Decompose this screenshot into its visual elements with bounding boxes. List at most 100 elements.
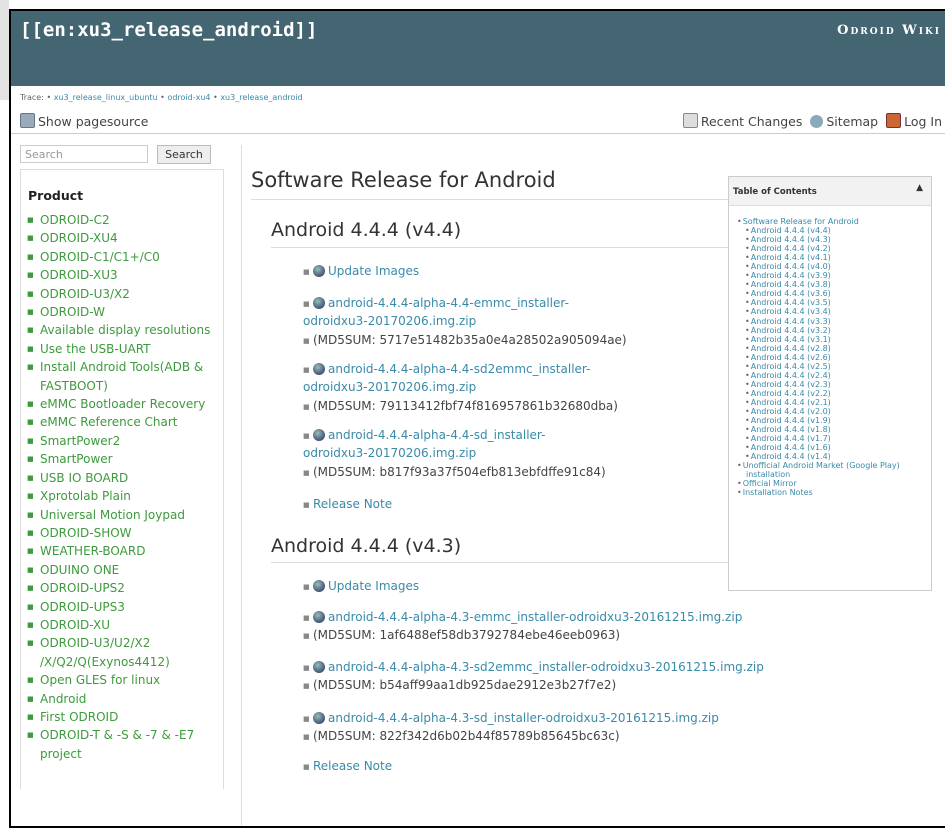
sidebar-item[interactable]: Use the USB-UART	[27, 340, 222, 359]
file-link[interactable]: ■ android-4.4.4-alpha-4.4-sd2emmc_install…	[303, 361, 590, 396]
toc-item[interactable]: Android 4.4.4 (v2.1)	[735, 398, 931, 407]
file-link[interactable]: ■ android-4.4.4-alpha-4.3-sd2emmc_install…	[303, 659, 764, 677]
sidebar-item[interactable]: ODROID-UPS3	[27, 598, 222, 617]
sidebar: Search Search Product ODROID-C2ODROID-XU…	[20, 145, 224, 826]
toc-item[interactable]: Installation Notes	[735, 488, 931, 497]
sidebar-item[interactable]: Available display resolutions	[27, 321, 222, 340]
sidebar-item[interactable]: Open GLES for linux	[27, 671, 222, 690]
sidebar-item[interactable]: USB IO BOARD	[27, 469, 222, 488]
toc-item[interactable]: Android 4.4.4 (v2.0)	[735, 407, 931, 416]
toc-item[interactable]: Android 4.4.4 (v3.4)	[735, 307, 931, 316]
toc-item[interactable]: Unofficial Android Market (Google Play) …	[735, 461, 931, 479]
trace-link-ubuntu[interactable]: xu3_release_linux_ubuntu	[54, 93, 158, 102]
md5-text: ■ (MD5SUM: 822f342d6b02b44f85789b85645bc6…	[303, 729, 620, 743]
toc-item[interactable]: Android 4.4.4 (v3.9)	[735, 271, 931, 280]
md5-value: (MD5SUM: 822f342d6b02b44f85789b85645bc63…	[313, 729, 620, 743]
toc-header[interactable]: Table of Contents ▲	[729, 177, 931, 206]
toc-item[interactable]: Android 4.4.4 (v3.2)	[735, 326, 931, 335]
sitemap-icon	[810, 115, 824, 128]
trace-link-xu4[interactable]: odroid-xu4	[167, 93, 210, 102]
toc-item[interactable]: Android 4.4.4 (v2.8)	[735, 344, 931, 353]
trace-link-android[interactable]: xu3_release_android	[220, 93, 302, 102]
left-edge-bar	[0, 0, 9, 100]
sidebar-item[interactable]: ODROID-XU3	[27, 266, 222, 285]
toc-toggle-icon[interactable]: ▲	[916, 183, 923, 193]
sidebar-item[interactable]: First ODROID	[27, 708, 222, 727]
sidebar-item[interactable]: ODROID-C1/C1+/C0	[27, 248, 222, 267]
sidebar-item[interactable]: SmartPower2	[27, 432, 222, 451]
toc-item[interactable]: Android 4.4.4 (v4.4)	[735, 226, 931, 235]
sidebar-item[interactable]: Universal Motion Joypad	[27, 506, 222, 525]
sidebar-item[interactable]: eMMC Bootloader Recovery	[27, 395, 222, 414]
toc-item[interactable]: Android 4.4.4 (v3.8)	[735, 280, 931, 289]
log-in-link[interactable]: Log In	[904, 114, 942, 129]
file-link-text[interactable]: android-4.4.4-alpha-4.3-sd_installer-odr…	[328, 711, 719, 725]
sidebar-item[interactable]: ODROID-U3/U2/X2 /X/Q2/Q(Exynos4412)	[27, 634, 222, 671]
file-link-text-cont[interactable]: odroidxu3-20170206.img.zip	[303, 380, 476, 394]
page-id-title[interactable]: [[en:xu3_release_android]]	[20, 19, 317, 41]
release-note-link[interactable]: ■ Release Note	[303, 496, 392, 514]
sidebar-item[interactable]: ODROID-XU	[27, 616, 222, 635]
toc-item[interactable]: Android 4.4.4 (v3.3)	[735, 317, 931, 326]
sitemap-link[interactable]: Sitemap	[826, 114, 878, 129]
sidebar-item[interactable]: ODROID-XU4	[27, 229, 222, 248]
file-link[interactable]: ■ android-4.4.4-alpha-4.3-emmc_installer-…	[303, 609, 742, 627]
file-link-text[interactable]: android-4.4.4-alpha-4.4-sd2emmc_installe…	[328, 362, 590, 376]
toc-item[interactable]: Android 4.4.4 (v4.0)	[735, 262, 931, 271]
release-note-link[interactable]: ■ Release Note	[303, 758, 392, 776]
toc-item[interactable]: Android 4.4.4 (v4.1)	[735, 253, 931, 262]
toc-item[interactable]: Android 4.4.4 (v2.3)	[735, 380, 931, 389]
toc-item[interactable]: Android 4.4.4 (v1.7)	[735, 434, 931, 443]
sidebar-item[interactable]: Android	[27, 690, 222, 709]
sidebar-item[interactable]: ODROID-U3/X2	[27, 285, 222, 304]
wiki-name[interactable]: Odroid Wiki	[837, 23, 941, 38]
sidebar-item[interactable]: SmartPower	[27, 450, 222, 469]
toc-item[interactable]: Android 4.4.4 (v4.2)	[735, 244, 931, 253]
sidebar-item[interactable]: ODROID-UPS2	[27, 579, 222, 598]
file-link[interactable]: ■ android-4.4.4-alpha-4.4-sd_installer-od…	[303, 427, 545, 462]
toc-item[interactable]: Software Release for Android	[735, 217, 931, 226]
toc-item[interactable]: Android 4.4.4 (v3.6)	[735, 289, 931, 298]
toc-item[interactable]: Android 4.4.4 (v2.4)	[735, 371, 931, 380]
release-note-text[interactable]: Release Note	[313, 759, 392, 773]
toc-item[interactable]: Android 4.4.4 (v1.6)	[735, 443, 931, 452]
toc-item[interactable]: Android 4.4.4 (v2.6)	[735, 353, 931, 362]
toc-item[interactable]: Android 4.4.4 (v1.8)	[735, 425, 931, 434]
toc-item[interactable]: Android 4.4.4 (v3.1)	[735, 335, 931, 344]
toc-item[interactable]: Android 4.4.4 (v3.5)	[735, 298, 931, 307]
release-note-text[interactable]: Release Note	[313, 497, 392, 511]
file-link-text[interactable]: android-4.4.4-alpha-4.3-emmc_installer-o…	[328, 610, 742, 624]
breadcrumb: Trace: • xu3_release_linux_ubuntu • odro…	[20, 93, 303, 102]
toc-item[interactable]: Android 4.4.4 (v4.3)	[735, 235, 931, 244]
sidebar-item[interactable]: ODROID-T & -S & -7 & -E7 project	[27, 726, 222, 763]
file-link-text[interactable]: android-4.4.4-alpha-4.4-sd_installer-	[328, 428, 545, 442]
show-pagesource-link[interactable]: Show pagesource	[38, 114, 148, 129]
sidebar-item[interactable]: WEATHER-BOARD	[27, 542, 222, 561]
toc-item[interactable]: Android 4.4.4 (v2.2)	[735, 389, 931, 398]
md5-value: (MD5SUM: b817f93a37f504efb813ebfdffe91c8…	[313, 465, 606, 479]
file-link-text[interactable]: android-4.4.4-alpha-4.3-sd2emmc_installe…	[328, 660, 764, 674]
update-images-link[interactable]: ■ Update Images	[303, 578, 419, 596]
recent-changes-link[interactable]: Recent Changes	[701, 114, 803, 129]
file-link[interactable]: ■ android-4.4.4-alpha-4.4-emmc_installer-…	[303, 295, 569, 330]
file-link-text-cont[interactable]: odroidxu3-20170206.img.zip	[303, 446, 476, 460]
search-input[interactable]: Search	[20, 145, 148, 163]
update-images-text[interactable]: Update Images	[328, 579, 419, 593]
sidebar-item[interactable]: eMMC Reference Chart	[27, 413, 222, 432]
sidebar-item[interactable]: ODROID-C2	[27, 211, 222, 230]
sidebar-item[interactable]: ODROID-W	[27, 303, 222, 322]
sidebar-item[interactable]: ODROID-SHOW	[27, 524, 222, 543]
file-link-text[interactable]: android-4.4.4-alpha-4.4-emmc_installer-	[328, 296, 569, 310]
file-link[interactable]: ■ android-4.4.4-alpha-4.3-sd_installer-od…	[303, 710, 719, 728]
sidebar-item[interactable]: Install Android Tools(ADB & FASTBOOT)	[27, 358, 222, 395]
toc-item[interactable]: Official Mirror	[735, 479, 931, 488]
toc-item[interactable]: Android 4.4.4 (v1.9)	[735, 416, 931, 425]
toc-item[interactable]: Android 4.4.4 (v2.5)	[735, 362, 931, 371]
sidebar-item[interactable]: ODUINO ONE	[27, 561, 222, 580]
file-link-text-cont[interactable]: odroidxu3-20170206.img.zip	[303, 314, 476, 328]
update-images-text[interactable]: Update Images	[328, 264, 419, 278]
search-button[interactable]: Search	[157, 145, 211, 164]
sidebar-item[interactable]: Xprotolab Plain	[27, 487, 222, 506]
update-images-link[interactable]: ■ Update Images	[303, 263, 419, 281]
toc-item[interactable]: Android 4.4.4 (v1.4)	[735, 452, 931, 461]
